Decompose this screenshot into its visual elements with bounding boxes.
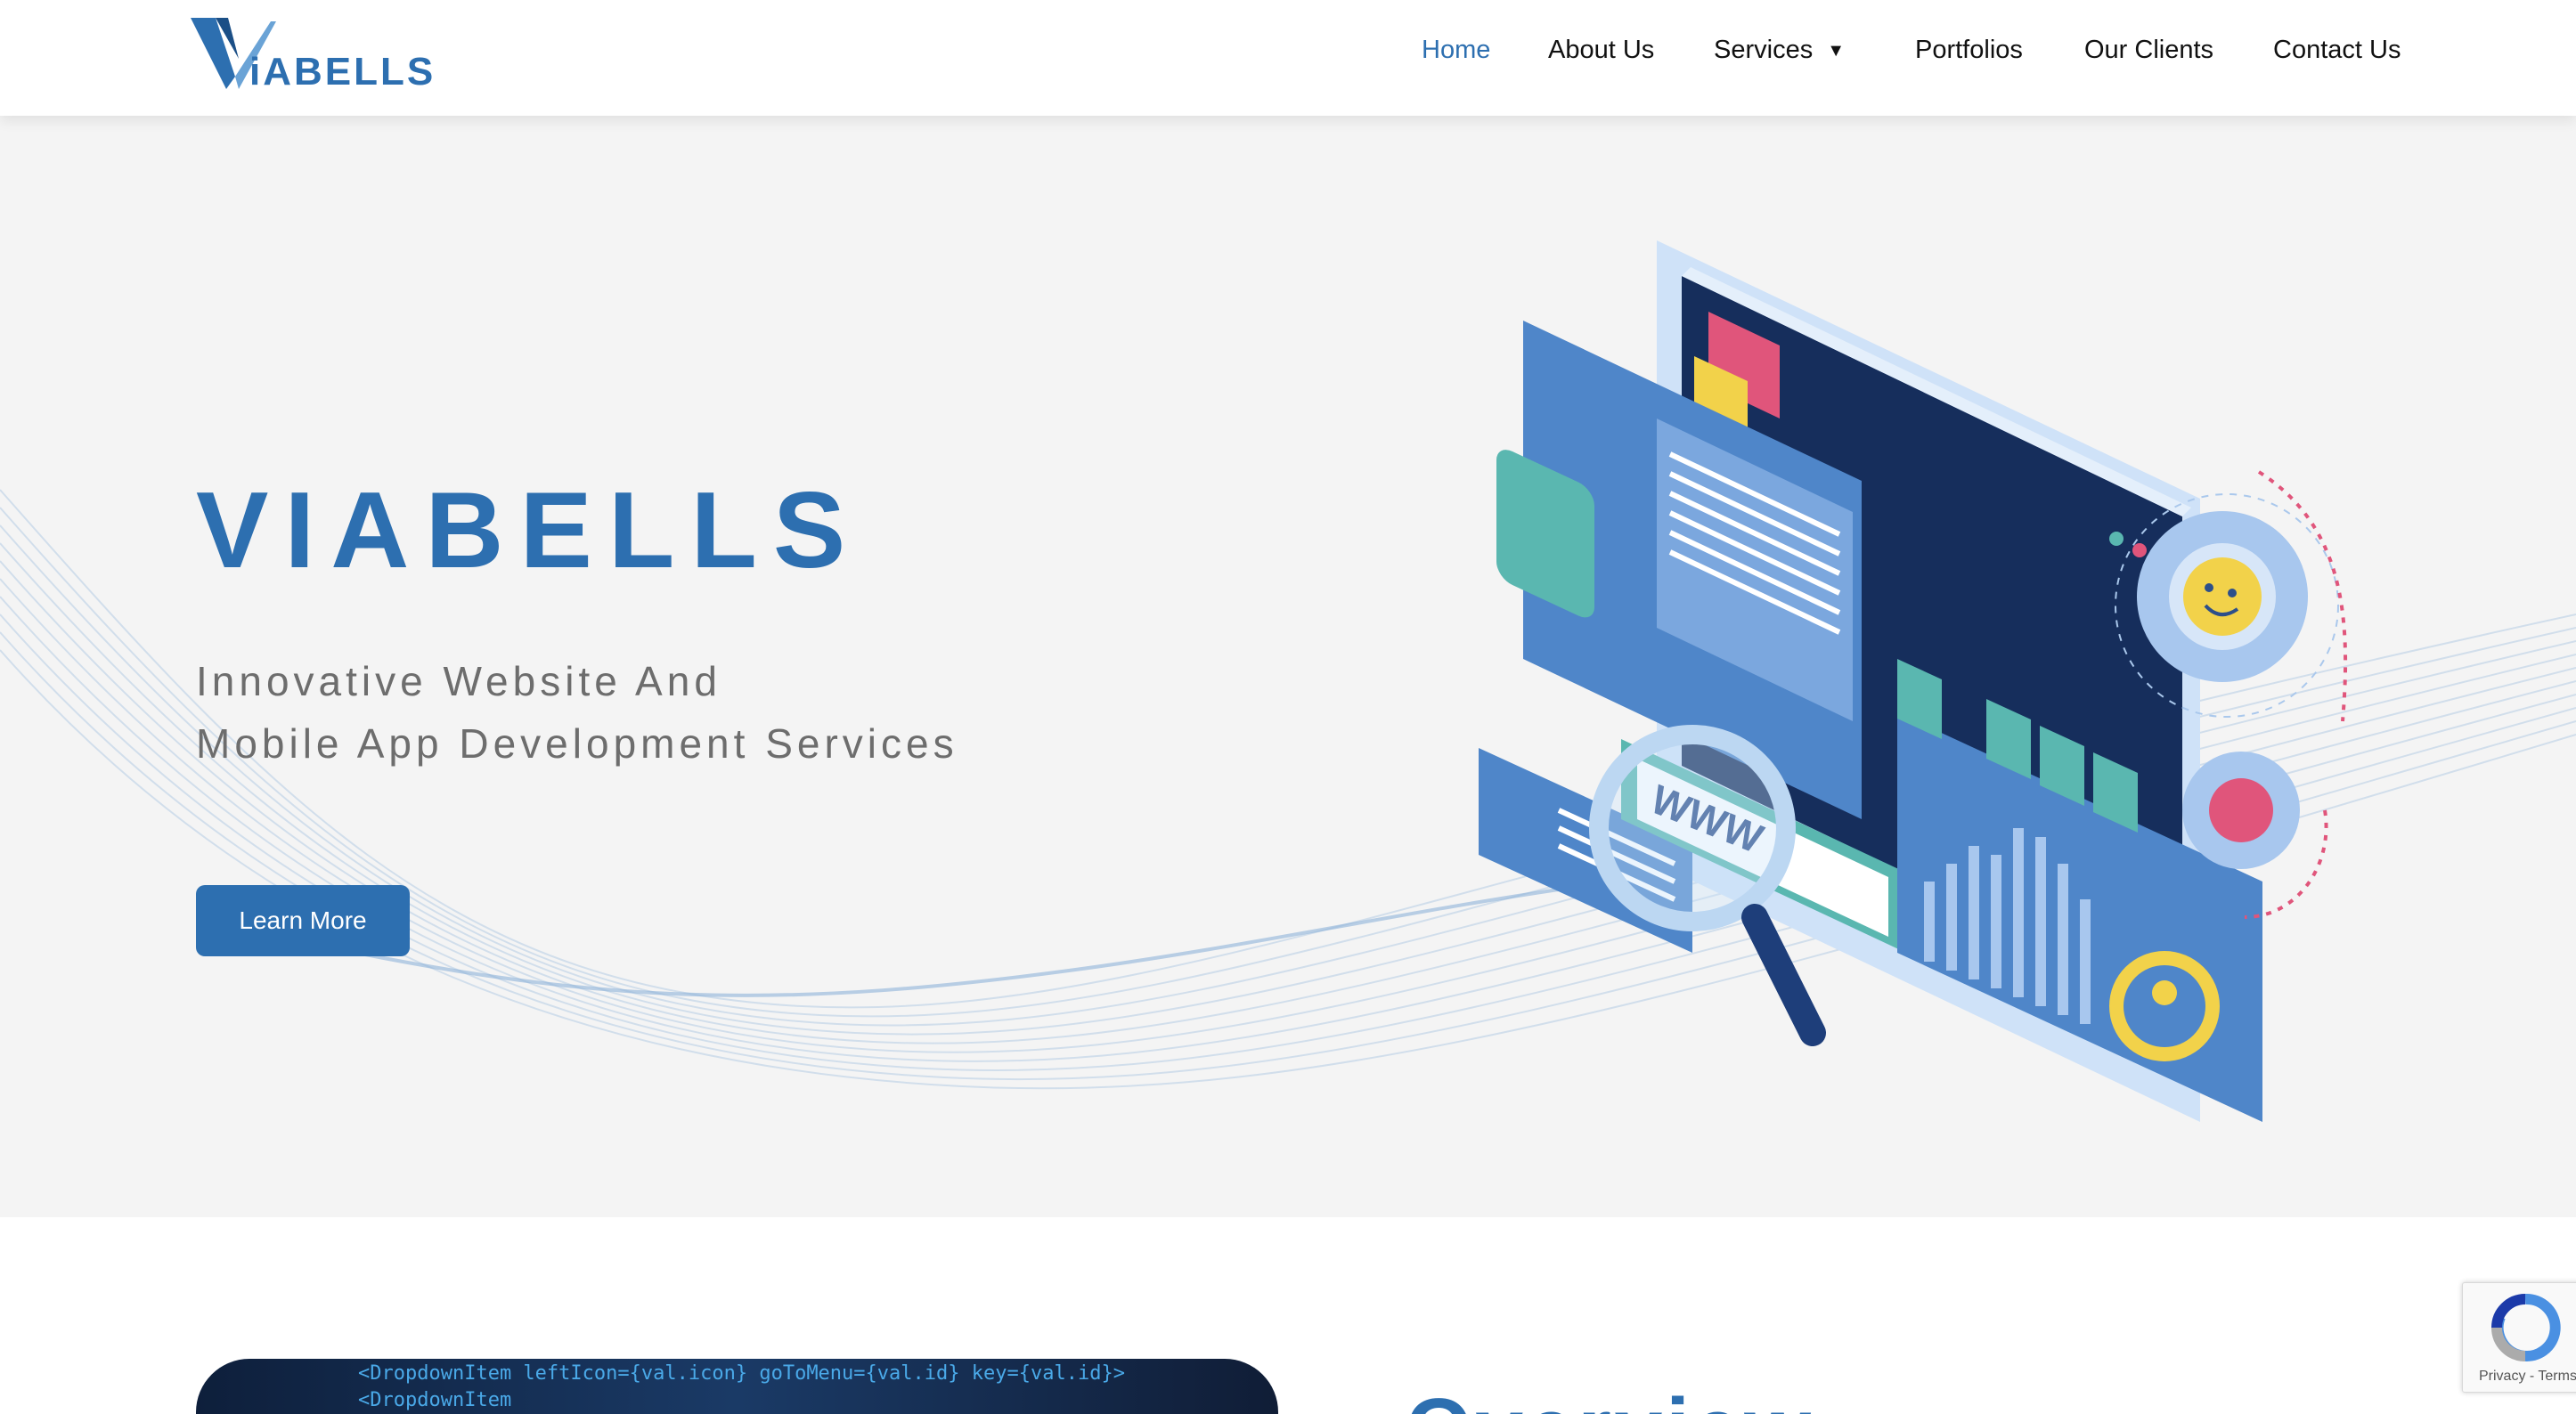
nav-services-label: Services <box>1714 36 1814 64</box>
overview-code-image: <DropdownItem leftIcon={val.icon} goToMe… <box>196 1359 1278 1414</box>
code-line-2: <DropdownItem <box>358 1389 512 1411</box>
nav-contact-us[interactable]: Contact Us <box>2273 36 2401 65</box>
nav-about-us[interactable]: About Us <box>1548 36 1654 65</box>
caret-down-icon: ▼ <box>1827 40 1845 61</box>
recaptcha-links[interactable]: Privacy - Terms <box>2479 1369 2576 1385</box>
site-header: iABELLS Home About Us Services ▼ Portfoli… <box>0 0 2576 116</box>
hero-subtitle: Innovative Website And Mobile App Develo… <box>196 650 958 775</box>
hero-section: VIABELLS Innovative Website And Mobile A… <box>0 116 2576 1217</box>
nav-home[interactable]: Home <box>1422 36 1490 65</box>
web-development-illustration: WWW <box>1479 240 2348 1122</box>
main-nav: Home About Us Services ▼ Portfolios Our C… <box>0 0 2576 116</box>
hero-title: VIABELLS <box>196 469 862 590</box>
hero-subtitle-line1: Innovative Website And <box>196 658 721 704</box>
nav-our-clients[interactable]: Our Clients <box>2084 36 2213 65</box>
hero-subtitle-line2: Mobile App Development Services <box>196 720 958 767</box>
recaptcha-badge[interactable]: Privacy - Terms <box>2462 1282 2576 1393</box>
recaptcha-icon <box>2491 1293 2561 1361</box>
nav-portfolios[interactable]: Portfolios <box>1915 36 2023 65</box>
nav-services[interactable]: Services ▼ <box>1714 36 1845 65</box>
code-line-1: <DropdownItem leftIcon={val.icon} goToMe… <box>358 1362 1125 1385</box>
learn-more-button[interactable]: Learn More <box>196 885 410 956</box>
overview-title: Overview <box>1406 1380 1814 1414</box>
